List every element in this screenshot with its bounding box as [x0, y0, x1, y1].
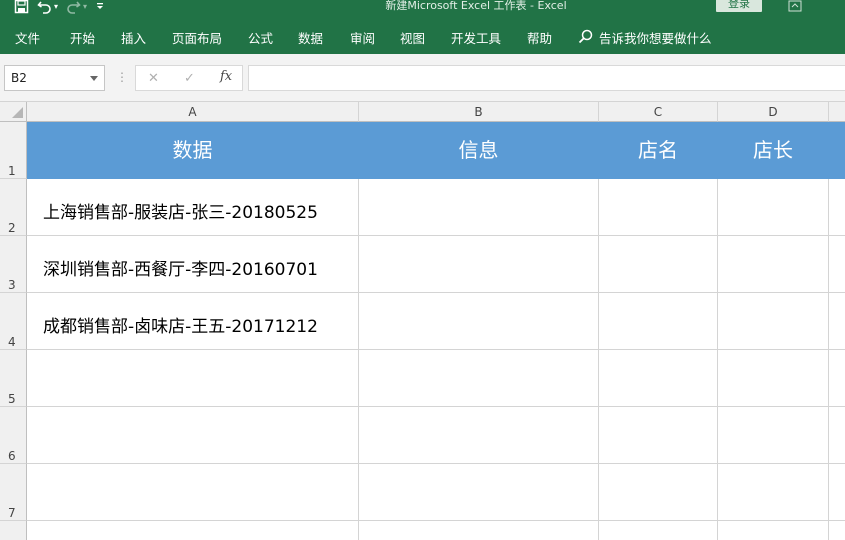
- header-cell-info[interactable]: 信息: [359, 122, 599, 179]
- resize-handle-icon[interactable]: ⋮: [116, 70, 128, 84]
- cell-a4[interactable]: 成都销售部-卤味店-王五-20171212: [27, 293, 359, 350]
- cell-e8[interactable]: [829, 521, 845, 540]
- cell-e4[interactable]: [829, 293, 845, 350]
- row-header-7[interactable]: 7: [0, 464, 27, 521]
- cell-b3[interactable]: [359, 236, 599, 293]
- cell-c5[interactable]: [599, 350, 718, 407]
- tab-review[interactable]: 审阅: [350, 28, 375, 47]
- row-header-8[interactable]: [0, 521, 27, 540]
- column-header-e[interactable]: [829, 102, 845, 122]
- insert-function-button[interactable]: fx: [220, 69, 232, 84]
- cell-d3[interactable]: [718, 236, 829, 293]
- cell-c4[interactable]: [599, 293, 718, 350]
- header-cell-e[interactable]: [829, 122, 845, 179]
- tab-developer[interactable]: 开发工具: [451, 28, 501, 47]
- cell-e3[interactable]: [829, 236, 845, 293]
- tell-me-box[interactable]: 告诉我你想要做什么: [578, 28, 712, 47]
- header-cell-store-name[interactable]: 店名: [599, 122, 718, 179]
- formula-bar-area: B2 ⋮ ✕ ✓ fx: [0, 54, 845, 102]
- cell-b2[interactable]: [359, 179, 599, 236]
- tab-help[interactable]: 帮助: [527, 28, 552, 47]
- header-cell-data[interactable]: 数据: [27, 122, 359, 179]
- enter-icon[interactable]: ✓: [184, 71, 195, 86]
- tab-home[interactable]: 开始: [70, 28, 95, 47]
- cell-c8[interactable]: [599, 521, 718, 540]
- cell-d2[interactable]: [718, 179, 829, 236]
- row-header-6[interactable]: 6: [0, 407, 27, 464]
- cell-c7[interactable]: [599, 464, 718, 521]
- cell-d8[interactable]: [718, 521, 829, 540]
- cell-c3[interactable]: [599, 236, 718, 293]
- row-header-5[interactable]: 5: [0, 350, 27, 407]
- cell-a8[interactable]: [27, 521, 359, 540]
- header-cell-store-manager[interactable]: 店长: [718, 122, 829, 179]
- cell-d5[interactable]: [718, 350, 829, 407]
- search-icon: [578, 29, 593, 47]
- cell-a3[interactable]: 深圳销售部-西餐厅-李四-20160701: [27, 236, 359, 293]
- column-header-d[interactable]: D: [718, 102, 829, 122]
- cell-text: 深圳销售部-西餐厅-李四-20160701: [43, 260, 318, 280]
- tab-page-layout[interactable]: 页面布局: [172, 28, 222, 47]
- select-all-triangle-icon: [12, 107, 23, 118]
- cell-b5[interactable]: [359, 350, 599, 407]
- cell-b8[interactable]: [359, 521, 599, 540]
- tab-data[interactable]: 数据: [298, 28, 323, 47]
- cell-e6[interactable]: [829, 407, 845, 464]
- cell-a6[interactable]: [27, 407, 359, 464]
- row-header-2[interactable]: 2: [0, 179, 27, 236]
- row-header-3[interactable]: 3: [0, 236, 27, 293]
- tab-insert[interactable]: 插入: [121, 28, 146, 47]
- tab-formulas[interactable]: 公式: [248, 28, 273, 47]
- login-button[interactable]: 登录: [716, 0, 762, 12]
- chevron-down-icon[interactable]: [90, 76, 98, 81]
- ribbon-tabs: 文件 开始 插入 页面布局 公式 数据 审阅 视图 开发工具 帮助 告诉我你想要…: [0, 20, 845, 54]
- column-header-c[interactable]: C: [599, 102, 718, 122]
- cell-text: 上海销售部-服装店-张三-20180525: [43, 203, 318, 223]
- tab-view[interactable]: 视图: [400, 28, 425, 47]
- tell-me-label: 告诉我你想要做什么: [599, 31, 712, 46]
- cell-e2[interactable]: [829, 179, 845, 236]
- formula-buttons: ✕ ✓ fx: [135, 65, 243, 91]
- column-header-b[interactable]: B: [359, 102, 599, 122]
- formula-input[interactable]: [248, 65, 845, 91]
- cancel-icon[interactable]: ✕: [148, 71, 159, 86]
- row-header-4[interactable]: 4: [0, 293, 27, 350]
- cell-b6[interactable]: [359, 407, 599, 464]
- cell-b7[interactable]: [359, 464, 599, 521]
- tab-file[interactable]: 文件: [15, 28, 40, 47]
- cell-a2[interactable]: 上海销售部-服装店-张三-20180525: [27, 179, 359, 236]
- cell-b4[interactable]: [359, 293, 599, 350]
- column-header-a[interactable]: A: [27, 102, 359, 122]
- cell-a5[interactable]: [27, 350, 359, 407]
- cell-d6[interactable]: [718, 407, 829, 464]
- cell-text: 成都销售部-卤味店-王五-20171212: [43, 317, 318, 337]
- row-header-1[interactable]: 1: [0, 122, 27, 179]
- name-box[interactable]: B2: [4, 65, 105, 91]
- cell-e5[interactable]: [829, 350, 845, 407]
- cell-d7[interactable]: [718, 464, 829, 521]
- select-all-button[interactable]: [0, 102, 27, 122]
- cell-e7[interactable]: [829, 464, 845, 521]
- cell-d4[interactable]: [718, 293, 829, 350]
- cell-a7[interactable]: [27, 464, 359, 521]
- cell-c2[interactable]: [599, 179, 718, 236]
- ribbon-display-icon[interactable]: [788, 0, 802, 12]
- title-bar: ▾ ▾ 新建Microsoft Excel 工作表 - Excel 登录: [0, 0, 845, 20]
- name-box-value: B2: [11, 71, 27, 85]
- cell-c6[interactable]: [599, 407, 718, 464]
